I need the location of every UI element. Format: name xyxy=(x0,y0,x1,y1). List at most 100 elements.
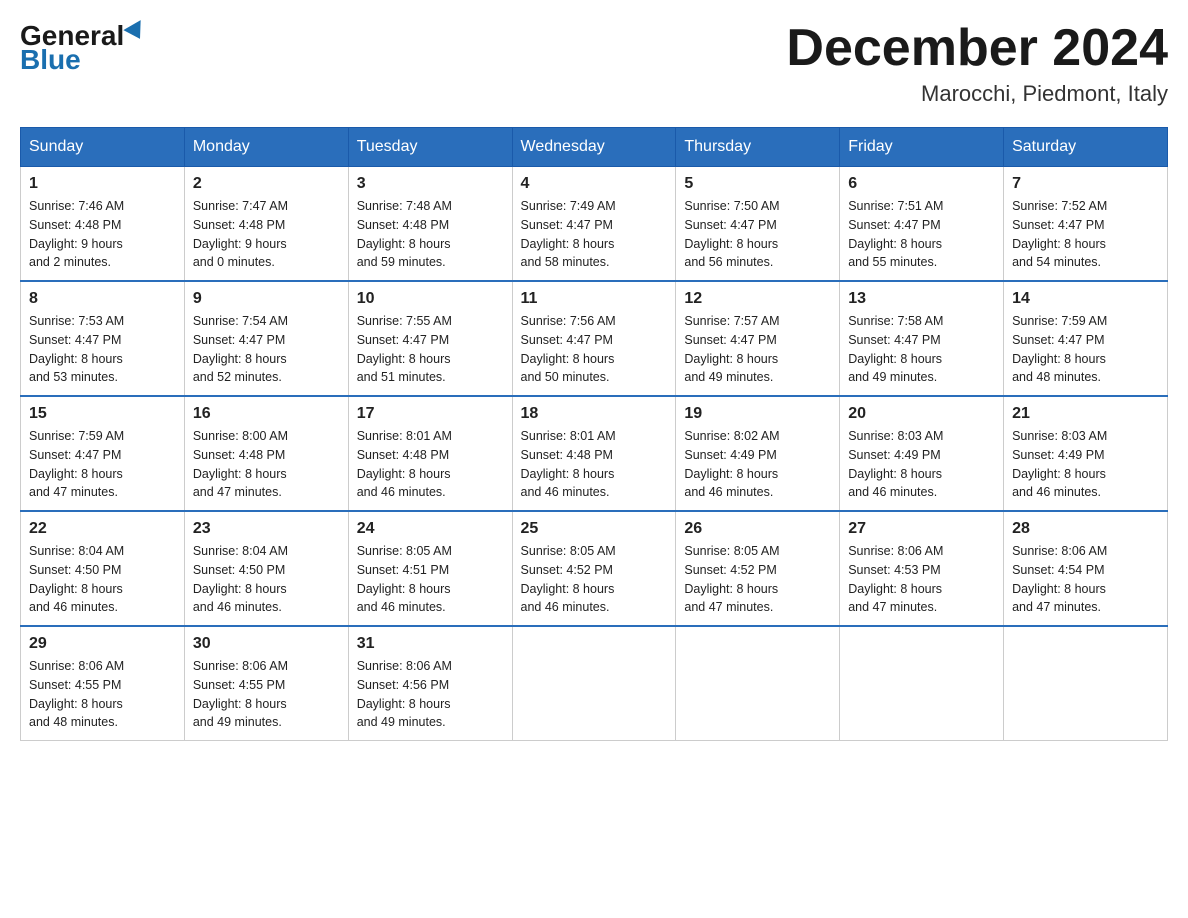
calendar-cell xyxy=(840,626,1004,741)
day-info: Sunrise: 8:03 AMSunset: 4:49 PMDaylight:… xyxy=(848,427,995,502)
calendar-week-row: 1 Sunrise: 7:46 AMSunset: 4:48 PMDaylight… xyxy=(21,167,1168,282)
day-info: Sunrise: 7:53 AMSunset: 4:47 PMDaylight:… xyxy=(29,312,176,387)
day-number: 11 xyxy=(521,290,668,308)
calendar-cell: 20 Sunrise: 8:03 AMSunset: 4:49 PMDayligh… xyxy=(840,396,1004,511)
logo-triangle-icon xyxy=(124,20,149,44)
day-header-sunday: Sunday xyxy=(21,128,185,167)
calendar-week-row: 15 Sunrise: 7:59 AMSunset: 4:47 PMDayligh… xyxy=(21,396,1168,511)
day-number: 8 xyxy=(29,290,176,308)
day-info: Sunrise: 7:51 AMSunset: 4:47 PMDaylight:… xyxy=(848,197,995,272)
calendar-cell: 3Sunrise: 7:48 AMSunset: 4:48 PMDaylight… xyxy=(348,167,512,282)
calendar-week-row: 8 Sunrise: 7:53 AMSunset: 4:47 PMDaylight… xyxy=(21,281,1168,396)
calendar-cell: 24 Sunrise: 8:05 AMSunset: 4:51 PMDayligh… xyxy=(348,511,512,626)
calendar-cell: 21Sunrise: 8:03 AMSunset: 4:49 PMDayligh… xyxy=(1004,396,1168,511)
day-header-saturday: Saturday xyxy=(1004,128,1168,167)
day-info: Sunrise: 7:59 AMSunset: 4:47 PMDaylight:… xyxy=(29,427,176,502)
calendar-cell xyxy=(512,626,676,741)
day-number: 26 xyxy=(684,520,831,538)
calendar-cell: 12 Sunrise: 7:57 AMSunset: 4:47 PMDayligh… xyxy=(676,281,840,396)
calendar-cell: 5Sunrise: 7:50 AMSunset: 4:47 PMDaylight… xyxy=(676,167,840,282)
day-header-wednesday: Wednesday xyxy=(512,128,676,167)
calendar-week-row: 22Sunrise: 8:04 AMSunset: 4:50 PMDayligh… xyxy=(21,511,1168,626)
calendar-cell: 14 Sunrise: 7:59 AMSunset: 4:47 PMDayligh… xyxy=(1004,281,1168,396)
calendar-cell: 8 Sunrise: 7:53 AMSunset: 4:47 PMDaylight… xyxy=(21,281,185,396)
day-info: Sunrise: 7:47 AMSunset: 4:48 PMDaylight:… xyxy=(193,197,340,272)
day-number: 1 xyxy=(29,175,176,193)
day-number: 14 xyxy=(1012,290,1159,308)
day-header-friday: Friday xyxy=(840,128,1004,167)
day-info: Sunrise: 8:06 AMSunset: 4:55 PMDaylight:… xyxy=(29,657,176,732)
calendar-cell: 31Sunrise: 8:06 AMSunset: 4:56 PMDayligh… xyxy=(348,626,512,741)
day-info: Sunrise: 7:52 AMSunset: 4:47 PMDaylight:… xyxy=(1012,197,1159,272)
day-info: Sunrise: 7:55 AMSunset: 4:47 PMDaylight:… xyxy=(357,312,504,387)
calendar-cell: 1 Sunrise: 7:46 AMSunset: 4:48 PMDaylight… xyxy=(21,167,185,282)
calendar-cell: 28 Sunrise: 8:06 AMSunset: 4:54 PMDayligh… xyxy=(1004,511,1168,626)
calendar-cell xyxy=(676,626,840,741)
day-info: Sunrise: 8:06 AMSunset: 4:54 PMDaylight:… xyxy=(1012,542,1159,617)
logo: General Blue xyxy=(20,20,146,76)
title-area: December 2024 Marocchi, Piedmont, Italy xyxy=(786,20,1168,107)
day-number: 13 xyxy=(848,290,995,308)
day-info: Sunrise: 8:05 AMSunset: 4:52 PMDaylight:… xyxy=(521,542,668,617)
calendar-cell: 17 Sunrise: 8:01 AMSunset: 4:48 PMDayligh… xyxy=(348,396,512,511)
day-number: 20 xyxy=(848,405,995,423)
page-header: General Blue December 2024 Marocchi, Pie… xyxy=(20,20,1168,107)
day-info: Sunrise: 8:02 AMSunset: 4:49 PMDaylight:… xyxy=(684,427,831,502)
day-number: 29 xyxy=(29,635,176,653)
day-info: Sunrise: 7:57 AMSunset: 4:47 PMDaylight:… xyxy=(684,312,831,387)
day-number: 2 xyxy=(193,175,340,193)
calendar-cell: 7 Sunrise: 7:52 AMSunset: 4:47 PMDaylight… xyxy=(1004,167,1168,282)
day-number: 28 xyxy=(1012,520,1159,538)
day-number: 24 xyxy=(357,520,504,538)
day-number: 15 xyxy=(29,405,176,423)
month-title: December 2024 xyxy=(786,20,1168,77)
day-number: 4 xyxy=(521,175,668,193)
day-number: 21 xyxy=(1012,405,1159,423)
calendar-cell: 18 Sunrise: 8:01 AMSunset: 4:48 PMDayligh… xyxy=(512,396,676,511)
calendar-cell: 10 Sunrise: 7:55 AMSunset: 4:47 PMDayligh… xyxy=(348,281,512,396)
calendar-cell: 26Sunrise: 8:05 AMSunset: 4:52 PMDayligh… xyxy=(676,511,840,626)
day-number: 10 xyxy=(357,290,504,308)
day-number: 18 xyxy=(521,405,668,423)
calendar-cell: 16Sunrise: 8:00 AMSunset: 4:48 PMDayligh… xyxy=(184,396,348,511)
day-info: Sunrise: 7:46 AMSunset: 4:48 PMDaylight:… xyxy=(29,197,176,272)
day-number: 3 xyxy=(357,175,504,193)
calendar-cell: 11 Sunrise: 7:56 AMSunset: 4:47 PMDayligh… xyxy=(512,281,676,396)
day-header-tuesday: Tuesday xyxy=(348,128,512,167)
calendar-week-row: 29 Sunrise: 8:06 AMSunset: 4:55 PMDayligh… xyxy=(21,626,1168,741)
calendar-cell: 9 Sunrise: 7:54 AMSunset: 4:47 PMDaylight… xyxy=(184,281,348,396)
day-number: 17 xyxy=(357,405,504,423)
day-number: 6 xyxy=(848,175,995,193)
calendar-cell: 23 Sunrise: 8:04 AMSunset: 4:50 PMDayligh… xyxy=(184,511,348,626)
day-info: Sunrise: 7:58 AMSunset: 4:47 PMDaylight:… xyxy=(848,312,995,387)
calendar-header-row: SundayMondayTuesdayWednesdayThursdayFrid… xyxy=(21,128,1168,167)
day-info: Sunrise: 8:04 AMSunset: 4:50 PMDaylight:… xyxy=(193,542,340,617)
day-info: Sunrise: 8:01 AMSunset: 4:48 PMDaylight:… xyxy=(521,427,668,502)
day-number: 12 xyxy=(684,290,831,308)
day-number: 23 xyxy=(193,520,340,538)
day-info: Sunrise: 7:54 AMSunset: 4:47 PMDaylight:… xyxy=(193,312,340,387)
day-number: 30 xyxy=(193,635,340,653)
calendar-cell: 25Sunrise: 8:05 AMSunset: 4:52 PMDayligh… xyxy=(512,511,676,626)
day-info: Sunrise: 7:56 AMSunset: 4:47 PMDaylight:… xyxy=(521,312,668,387)
calendar-cell: 19 Sunrise: 8:02 AMSunset: 4:49 PMDayligh… xyxy=(676,396,840,511)
day-number: 9 xyxy=(193,290,340,308)
calendar-cell: 22Sunrise: 8:04 AMSunset: 4:50 PMDayligh… xyxy=(21,511,185,626)
day-number: 19 xyxy=(684,405,831,423)
day-info: Sunrise: 8:01 AMSunset: 4:48 PMDaylight:… xyxy=(357,427,504,502)
calendar-cell: 6 Sunrise: 7:51 AMSunset: 4:47 PMDaylight… xyxy=(840,167,1004,282)
day-info: Sunrise: 8:06 AMSunset: 4:53 PMDaylight:… xyxy=(848,542,995,617)
day-number: 7 xyxy=(1012,175,1159,193)
location-text: Marocchi, Piedmont, Italy xyxy=(786,81,1168,107)
day-number: 16 xyxy=(193,405,340,423)
day-info: Sunrise: 8:05 AMSunset: 4:51 PMDaylight:… xyxy=(357,542,504,617)
day-info: Sunrise: 7:50 AMSunset: 4:47 PMDaylight:… xyxy=(684,197,831,272)
calendar-cell: 2 Sunrise: 7:47 AMSunset: 4:48 PMDaylight… xyxy=(184,167,348,282)
calendar-cell: 30Sunrise: 8:06 AMSunset: 4:55 PMDayligh… xyxy=(184,626,348,741)
day-number: 27 xyxy=(848,520,995,538)
day-header-monday: Monday xyxy=(184,128,348,167)
logo-blue-text: Blue xyxy=(20,44,81,76)
day-info: Sunrise: 7:59 AMSunset: 4:47 PMDaylight:… xyxy=(1012,312,1159,387)
calendar-cell: 4Sunrise: 7:49 AMSunset: 4:47 PMDaylight… xyxy=(512,167,676,282)
calendar-cell xyxy=(1004,626,1168,741)
